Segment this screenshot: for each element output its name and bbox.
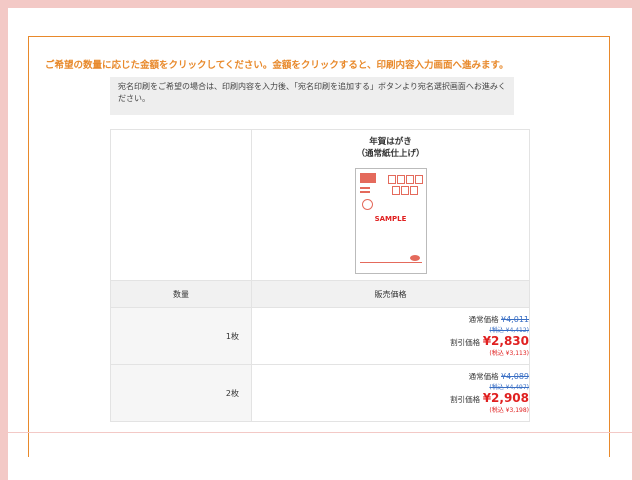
page-frame: ご希望の数量に応じた金額をクリックしてください。金額をクリックすると、印刷内容入…: [8, 8, 632, 480]
product-subtitle: （通常紙仕上げ）: [356, 149, 425, 159]
discount-label: 割引価格: [450, 337, 481, 347]
address-print-note: 宛名印刷をご希望の場合は、印刷内容を入力後、「宛名印刷を追加する」ボタンより宛名…: [110, 77, 514, 115]
sample-label: SAMPLE: [374, 215, 407, 223]
lottery-mark: [409, 255, 420, 261]
header-price: 販売価格: [251, 280, 530, 308]
bottom-divider: [0, 432, 640, 433]
table-header-row: 数量 販売価格: [110, 280, 530, 308]
seal-icon: [361, 199, 373, 210]
price-link[interactable]: 通常価格 ¥4,089 (税込 ¥4,497) 割引価格 ¥2,908 (税込 …: [251, 364, 530, 422]
discount-price[interactable]: ¥2,830: [483, 334, 529, 348]
discount-label: 割引価格: [450, 394, 481, 404]
table-row[interactable]: 2枚 通常価格 ¥4,089 (税込 ¥4,497) 割引価格 ¥2,908 (…: [110, 364, 530, 422]
discount-taxin: (税込 ¥3,113): [489, 349, 529, 357]
zip-code-boxes: [386, 175, 426, 197]
discount-price[interactable]: ¥2,908: [483, 391, 529, 405]
product-cell: 年賀はがき （通常紙仕上げ） SAMPLE: [251, 129, 530, 281]
table-row[interactable]: 1枚 通常価格 ¥4,011 (税込 ¥4,412) 割引価格 ¥2,830 (…: [110, 307, 530, 365]
row-qty: 1枚: [110, 307, 252, 365]
header-qty: 数量: [110, 280, 252, 308]
normal-label: 通常価格: [468, 371, 499, 381]
empty-corner-cell: [110, 129, 252, 281]
instruction-headline: ご希望の数量に応じた金額をクリックしてください。金額をクリックすると、印刷内容入…: [45, 60, 509, 71]
normal-price: ¥4,011: [501, 314, 529, 324]
stamp-mark: [359, 173, 376, 183]
discount-taxin: (税込 ¥3,198): [489, 406, 529, 414]
postcard-sample-image: SAMPLE: [354, 168, 427, 274]
row-qty: 2枚: [110, 364, 252, 422]
product-title: 年賀はがき: [369, 137, 412, 147]
price-link[interactable]: 通常価格 ¥4,011 (税込 ¥4,412) 割引価格 ¥2,830 (税込 …: [251, 307, 530, 365]
normal-label: 通常価格: [468, 314, 499, 324]
price-table: 年賀はがき （通常紙仕上げ） SAMPLE 数量 販売価格 1枚 通常価格 ¥4…: [110, 129, 530, 422]
normal-price: ¥4,089: [501, 371, 529, 381]
price-panel: ご希望の数量に応じた金額をクリックしてください。金額をクリックすると、印刷内容入…: [28, 36, 610, 457]
